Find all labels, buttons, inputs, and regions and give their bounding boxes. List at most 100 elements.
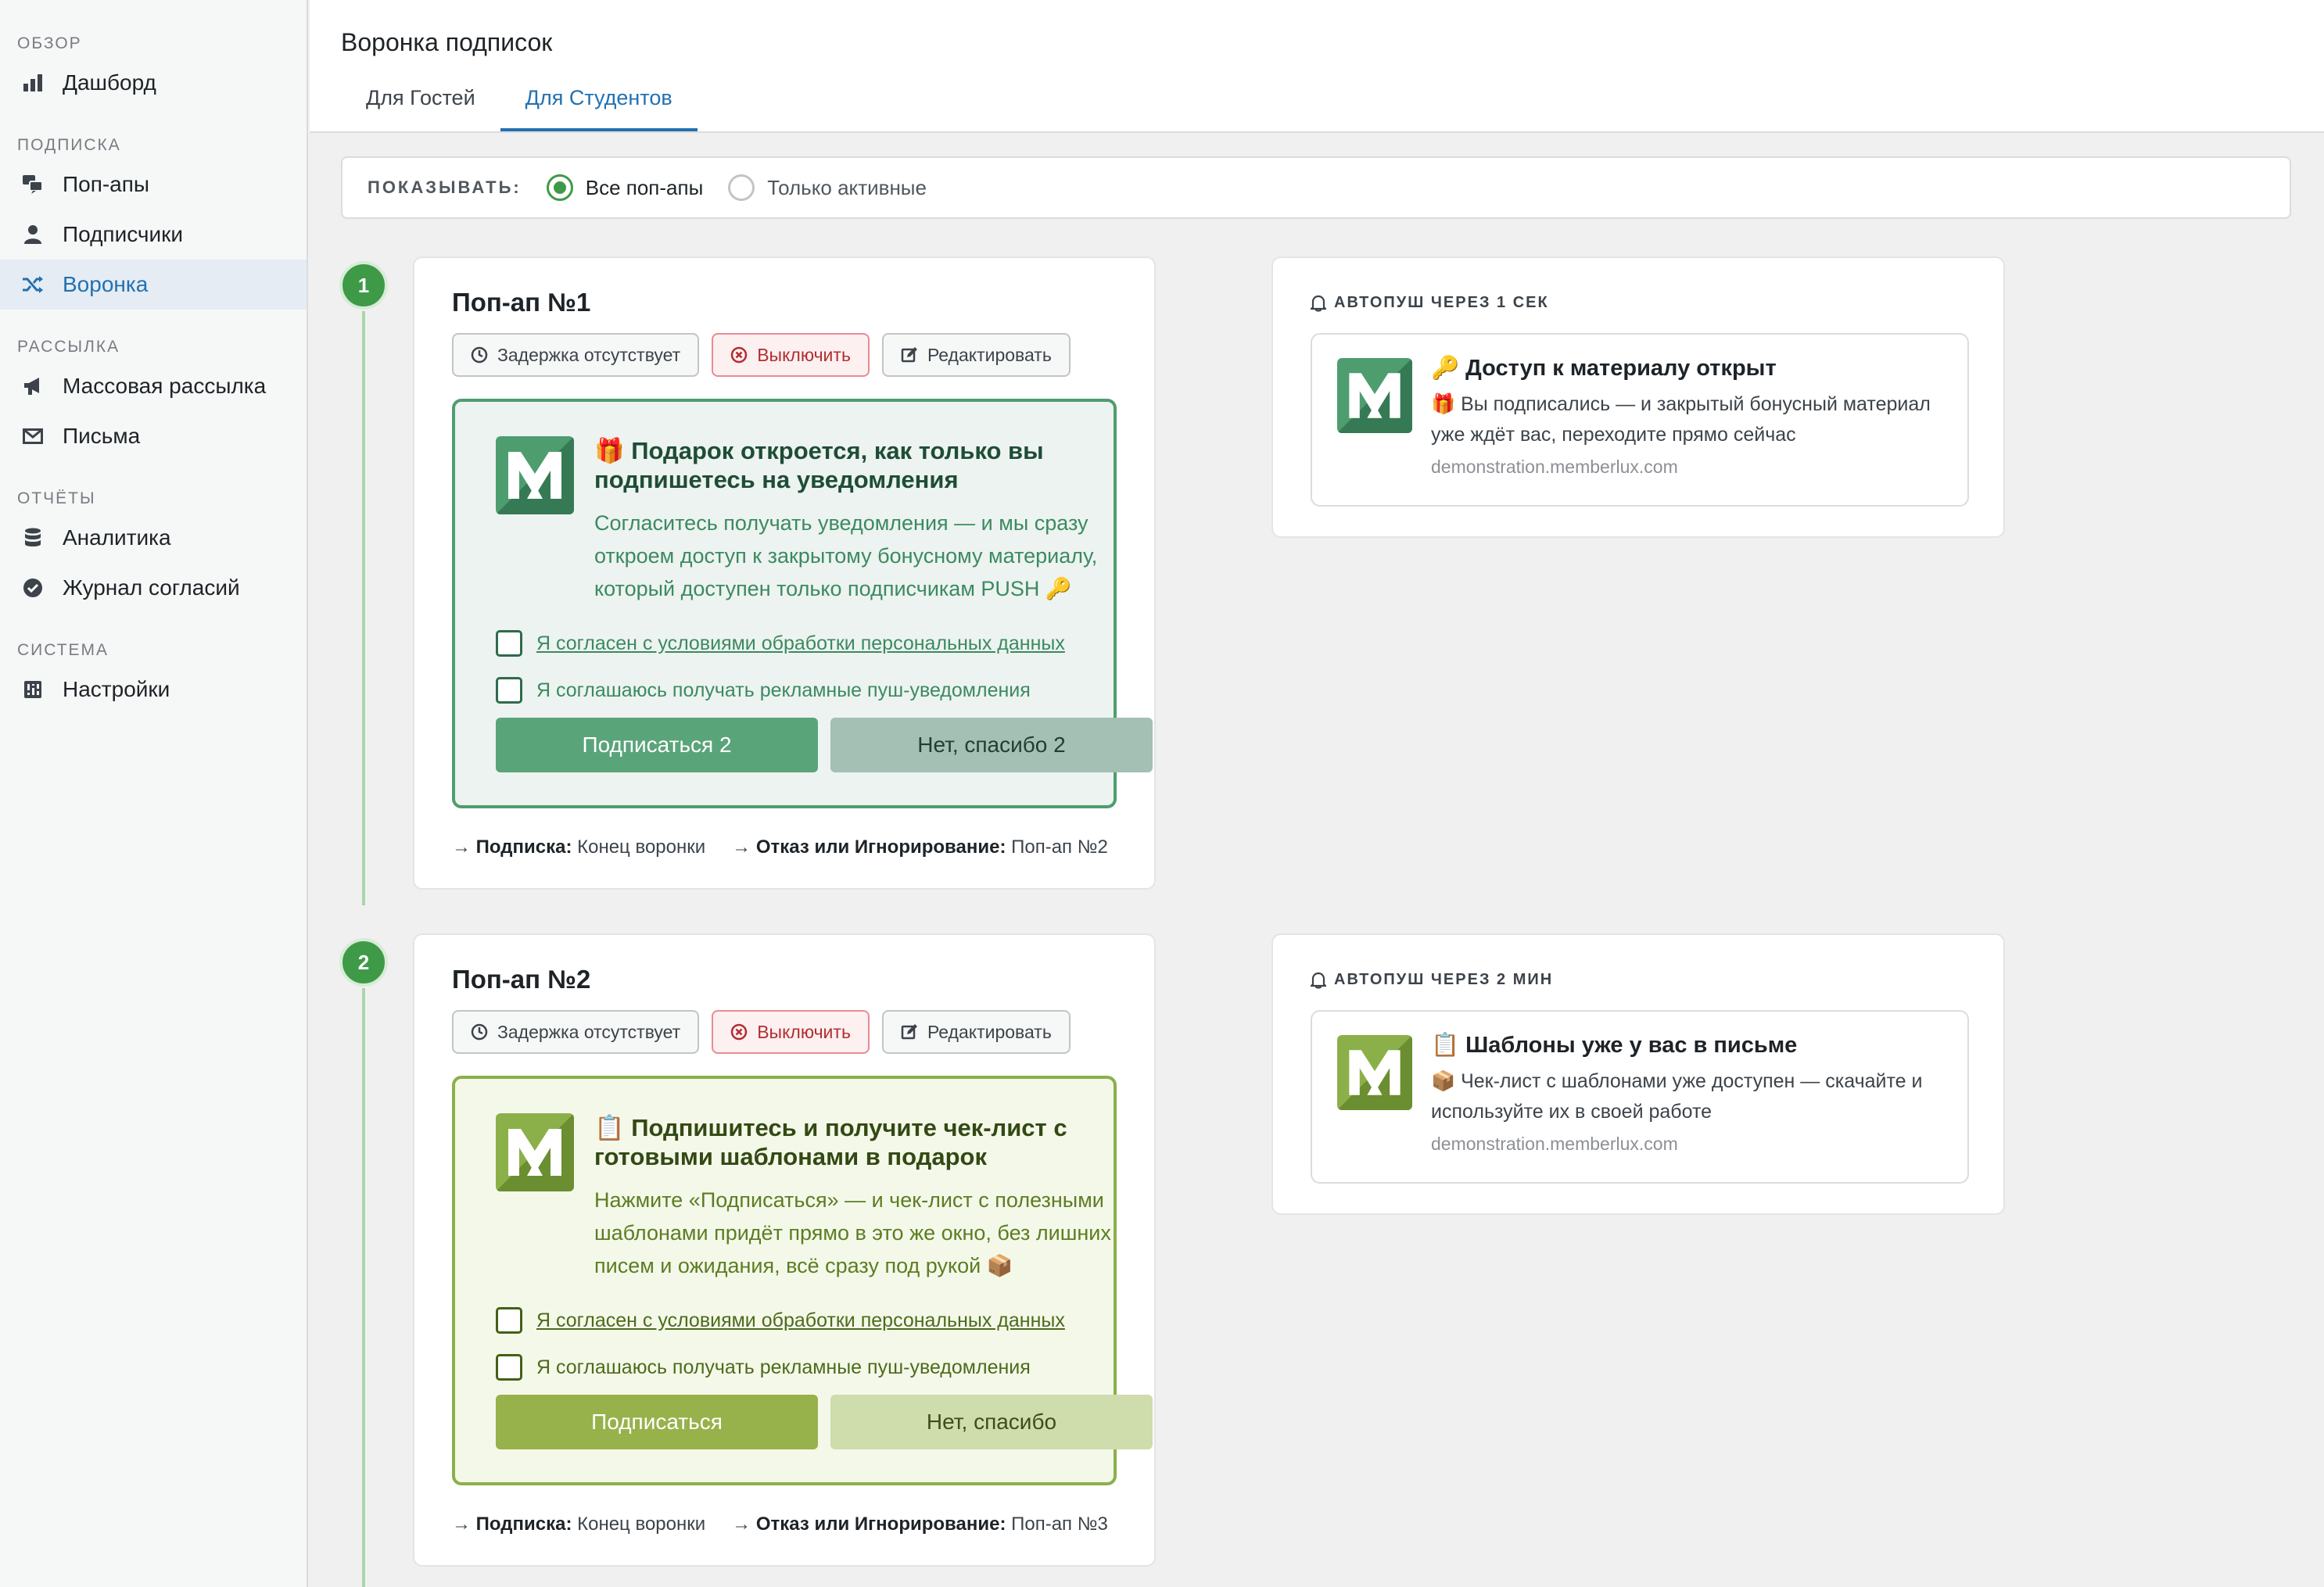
popup-actions: Задержка отсутствует Выключить Редактиро… [452, 1010, 1083, 1054]
sidebar-item-label: Журнал согласий [63, 575, 240, 600]
radio-active-only[interactable]: Только активные [728, 174, 927, 201]
page-header: Воронка подписок Для Гостей Для Студенто… [310, 0, 2324, 133]
delay-label: Задержка отсутствует [497, 1021, 681, 1042]
route-value: Поп-ап №3 [1011, 1514, 1108, 1535]
disable-label: Выключить [757, 1021, 851, 1042]
checkbox[interactable] [496, 1307, 522, 1334]
delay-button[interactable]: Задержка отсутствует [452, 333, 700, 377]
popup-routes: → Подписка: Конец воронки → Отказ или Иг… [452, 1514, 1135, 1535]
push-label-text: АВТОПУШ ЧЕРЕЗ 1 СЕК [1334, 294, 1549, 311]
consent-checkbox-ads[interactable]: Я соглашаюсь получать рекламные пуш-увед… [496, 677, 1031, 704]
consent-checkbox-ads[interactable]: Я соглашаюсь получать рекламные пуш-увед… [496, 1354, 1031, 1381]
sidebar-item-label: Подписчики [63, 222, 184, 246]
disable-label: Выключить [757, 344, 851, 365]
filter-label: ПОКАЗЫВАТЬ: [368, 177, 522, 197]
bell-icon [1311, 972, 1326, 989]
disable-button[interactable]: Выключить [712, 333, 870, 377]
popup-title: Поп-ап №1 [452, 288, 591, 317]
step-number: 2 [339, 938, 388, 987]
disable-button[interactable]: Выключить [712, 1010, 870, 1054]
route-decline: → Отказ или Игнорирование: Поп-ап №3 [732, 1514, 1108, 1535]
sidebar-section-mailing: РАССЫЛКА [17, 338, 120, 356]
bar-chart-icon [20, 70, 45, 95]
push-body: 📦 Чек-лист с шаблонами уже доступен — ск… [1431, 1070, 1923, 1123]
close-circle-icon [730, 1023, 748, 1041]
sidebar-section-subscription: ПОДПИСКА [17, 136, 121, 154]
route-label: Отказ или Игнорирование: [755, 836, 1006, 858]
push-label: АВТОПУШ ЧЕРЕЗ 1 СЕК [1311, 294, 1549, 312]
sidebar-item-letters[interactable]: Письма [0, 411, 307, 461]
page-title: Воронка подписок [341, 28, 553, 56]
sidebar-section-system: СИСТЕМА [17, 641, 109, 659]
megaphone-icon [20, 374, 45, 399]
sidebar-item-subscribers[interactable]: Подписчики [0, 210, 307, 260]
popup-preview-title: 🎁 Подарок откроется, как только вы подпи… [594, 437, 1044, 493]
edit-label: Редактировать [927, 344, 1052, 365]
radio-label: Только активные [767, 175, 927, 199]
sidebar-item-label: Аналитика [63, 525, 171, 550]
sidebar-item-funnel[interactable]: Воронка [0, 260, 307, 310]
push-domain: demonstration.memberlux.com [1431, 457, 1678, 477]
decline-button[interactable]: Нет, спасибо 2 [830, 718, 1153, 772]
route-value: Поп-ап №2 [1011, 836, 1108, 858]
consent-label: Я соглашаюсь получать рекламные пуш-увед… [536, 679, 1031, 701]
funnel-tabs: Для Гостей Для Студентов [341, 86, 698, 131]
delay-button[interactable]: Задержка отсутствует [452, 1010, 700, 1054]
delay-label: Задержка отсутствует [497, 344, 681, 365]
sidebar-item-label: Поп-апы [63, 172, 150, 196]
popup-actions: Задержка отсутствует Выключить Редактиро… [452, 333, 1083, 377]
push-card: АВТОПУШ ЧЕРЕЗ 2 МИН 📋 Шаблоны уже у вас … [1271, 933, 2005, 1215]
sidebar: ОБЗОР Дашборд ПОДПИСКА Поп-апы Подписчик… [0, 0, 308, 1587]
radio-dot[interactable] [546, 174, 573, 201]
decline-button[interactable]: Нет, спасибо [830, 1395, 1153, 1449]
radio-dot[interactable] [728, 174, 755, 201]
checkbox[interactable] [496, 630, 522, 657]
sidebar-item-label: Массовая рассылка [63, 374, 267, 398]
edit-label: Редактировать [927, 1021, 1052, 1042]
sidebar-section-reports: ОТЧЁТЫ [17, 489, 96, 507]
sidebar-item-mass-mailing[interactable]: Массовая рассылка [0, 361, 307, 411]
sidebar-item-popups[interactable]: Поп-апы [0, 159, 307, 210]
popup-preview: 🎁 Подарок откроется, как только вы подпи… [452, 399, 1153, 808]
popup-title: Поп-ап №2 [452, 965, 591, 994]
consent-checkbox-personal-data[interactable]: Я согласен с условиями обработки персона… [496, 630, 1065, 657]
close-circle-icon [730, 346, 748, 364]
popup-preview-text: Нажмите «Подписаться» — и чек-лист с пол… [594, 1188, 1111, 1277]
sidebar-item-settings[interactable]: Настройки [0, 665, 307, 715]
push-notification-preview: 🔑 Доступ к материалу открыт 🎁 Вы подписа… [1311, 333, 1969, 507]
sidebar-item-consent-log[interactable]: Журнал согласий [0, 563, 307, 613]
memberlux-logo-icon [1337, 1035, 1412, 1110]
popup-preview: 📋 Подпишитесь и получите чек-лист с гото… [452, 1076, 1153, 1485]
database-icon [20, 525, 45, 550]
edit-button[interactable]: Редактировать [881, 333, 1071, 377]
timeline-connector [362, 311, 365, 905]
route-label: Отказ или Игнорирование: [755, 1514, 1006, 1535]
sidebar-item-label: Воронка [63, 272, 149, 296]
popup-preview-title: 📋 Подпишитесь и получите чек-лист с гото… [594, 1114, 1067, 1170]
sidebar-item-analytics[interactable]: Аналитика [0, 513, 307, 563]
consent-label: Я соглашаюсь получать рекламные пуш-увед… [536, 1356, 1031, 1378]
consent-link[interactable]: Я согласен с условиями обработки персона… [536, 1309, 1065, 1332]
route-value: Конец воронки [577, 1514, 706, 1535]
megaphone-chat-icon [20, 172, 45, 197]
push-label-text: АВТОПУШ ЧЕРЕЗ 2 МИН [1334, 971, 1554, 988]
sidebar-section-overview: ОБЗОР [17, 34, 82, 52]
consent-checkbox-personal-data[interactable]: Я согласен с условиями обработки персона… [496, 1307, 1065, 1334]
checkbox[interactable] [496, 677, 522, 704]
tab-guests[interactable]: Для Гостей [341, 86, 500, 131]
edit-button[interactable]: Редактировать [881, 1010, 1071, 1054]
push-body: 🎁 Вы подписались — и закрытый бонусный м… [1431, 393, 1931, 446]
popup-card: Поп-ап №1 Задержка отсутствует Выключить… [413, 256, 1156, 890]
radio-all-popups[interactable]: Все поп-апы [546, 174, 703, 201]
edit-icon [901, 346, 918, 364]
consent-link[interactable]: Я согласен с условиями обработки персона… [536, 632, 1065, 655]
subscribe-button[interactable]: Подписаться 2 [496, 718, 818, 772]
subscribe-button[interactable]: Подписаться [496, 1395, 818, 1449]
popup-routes: → Подписка: Конец воронки → Отказ или Иг… [452, 836, 1135, 858]
settings-icon [20, 677, 45, 702]
bell-icon [1311, 295, 1326, 312]
tab-students[interactable]: Для Студентов [500, 86, 698, 131]
sidebar-item-dashboard[interactable]: Дашборд [0, 58, 307, 108]
checkbox[interactable] [496, 1354, 522, 1381]
route-value: Конец воронки [577, 836, 706, 858]
